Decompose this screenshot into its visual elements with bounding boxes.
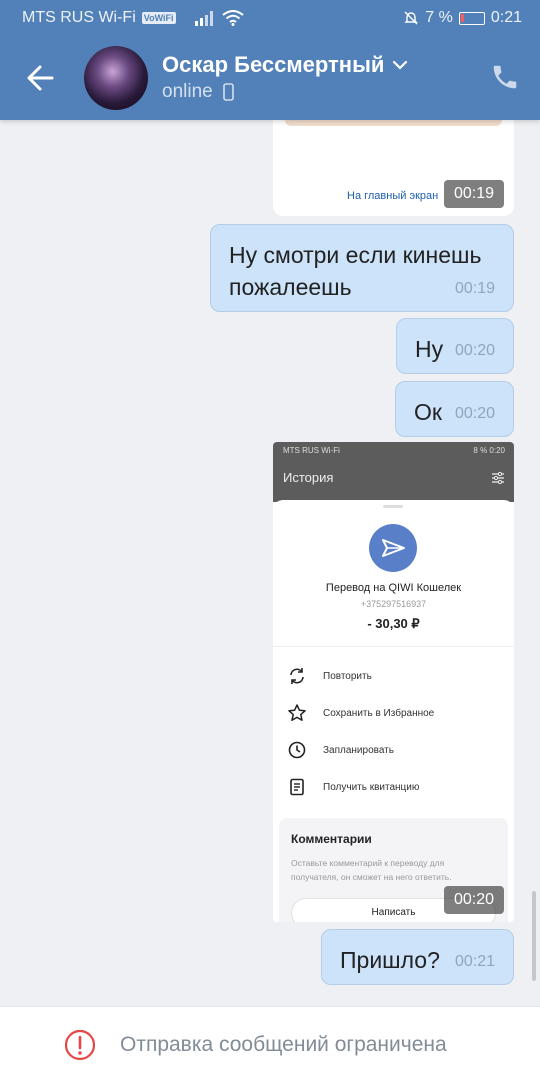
screenshot-status-bar: MTS RUS Wi-Fi 8 % 0:20 [283,446,505,455]
signal-icon [194,11,213,26]
message-time: 00:19 [444,180,505,208]
status-left: MTS RUS Wi-Fi VoWiFi [22,9,244,27]
action-receipt: Получить квитанцию [287,776,419,798]
battery-percent: 7 % [425,9,453,26]
exclamation-circle-icon [64,1029,96,1061]
message-text: Ну [415,336,444,362]
screenshot-title: История [283,470,334,485]
message-time: 00:20 [454,405,495,422]
back-arrow-icon[interactable] [22,58,62,98]
filter-icon [492,472,504,484]
message-time: 00:20 [444,886,505,914]
message-time: 00:21 [454,953,495,970]
contact-status: online [162,81,234,103]
message-list[interactable]: На главный экран 00:19 Ну смотри если ки… [0,120,540,1006]
home-screen-link: На главный экран [347,190,439,202]
online-status: online [162,81,213,102]
image-fragment [285,120,502,126]
contact-avatar[interactable] [84,46,148,110]
clock: 0:21 [490,9,522,26]
transfer-amount: - 30,30 ₽ [367,616,420,631]
clock-icon [288,741,306,759]
previous-image-message[interactable]: На главный экран 00:19 [273,120,514,216]
message-time: 00:19 [454,280,495,297]
contact-name-text: Оскар Бессмертный [162,52,385,77]
repeat-icon [290,668,304,684]
message-text-line: пожалеешь [229,274,352,300]
screenshot-image-message[interactable]: MTS RUS Wi-Fi 8 % 0:20 История Перевод н… [273,442,514,922]
screenshot-status-right: 8 % 0:20 [473,446,505,455]
scrollbar[interactable] [532,891,536,981]
message-text-line: Ну смотри если кинешь [229,242,482,268]
message-bubble[interactable]: Пришло? 00:21 [321,929,514,985]
restricted-message: Отправка сообщений ограничена [120,1033,447,1056]
transfer-details-sheet: Перевод на QIWI Кошелек +375297516937 - … [273,500,514,922]
restricted-messaging-bar: Отправка сообщений ограничена [0,1006,540,1080]
message-bubble[interactable]: Ну 00:20 [396,318,514,374]
action-label: Сохранить в Избранное [323,707,435,719]
action-label: Повторить [323,670,372,682]
phone-call-icon[interactable] [490,62,520,92]
transfer-phone: +375297516937 [360,599,427,609]
chat-header: MTS RUS Wi-Fi VoWiFi 7 % 0:21 Оскар Бесс… [0,0,540,120]
divider [273,646,514,647]
message-bubble[interactable]: Ну смотри если кинешь пожалеешь 00:19 [210,224,514,312]
message-time: 00:20 [454,342,495,359]
sheet-handle [383,505,403,508]
comments-hint: Оставьте комментарий к переводу для полу… [291,858,452,882]
vowifi-badge: VoWiFi [141,12,176,24]
message-text: Пришло? [340,947,440,973]
contact-name[interactable]: Оскар Бессмертный [162,52,408,78]
status-bar: MTS RUS Wi-Fi VoWiFi 7 % 0:21 [0,0,540,36]
action-schedule: Запланировать [287,739,394,761]
action-label: Запланировать [323,744,394,756]
action-label: Получить квитанцию [323,781,420,793]
mute-bell-icon [404,11,418,25]
screenshot-carrier: MTS RUS Wi-Fi [283,446,340,455]
message-text: Ну смотри если кинешь пожалеешь [229,239,481,303]
transfer-icon-circle [369,524,417,572]
action-repeat: Повторить [287,665,372,687]
chevron-down-icon [393,60,408,70]
status-right: 7 % 0:21 [403,9,522,27]
message-text: Ок [414,399,442,425]
receipt-icon [290,778,304,796]
comments-title: Комментарии [291,832,372,846]
battery-icon [458,11,485,25]
mobile-device-icon [222,83,234,101]
paper-plane-icon [382,539,405,557]
transfer-title: Перевод на QIWI Кошелек [325,582,462,594]
star-icon [288,704,306,721]
action-favorite: Сохранить в Избранное [287,702,434,724]
message-bubble[interactable]: Ок 00:20 [395,381,514,437]
screenshot-app-bar: MTS RUS Wi-Fi 8 % 0:20 История [273,442,514,502]
carrier-name: MTS RUS Wi-Fi [22,9,136,26]
wifi-icon [221,10,244,26]
